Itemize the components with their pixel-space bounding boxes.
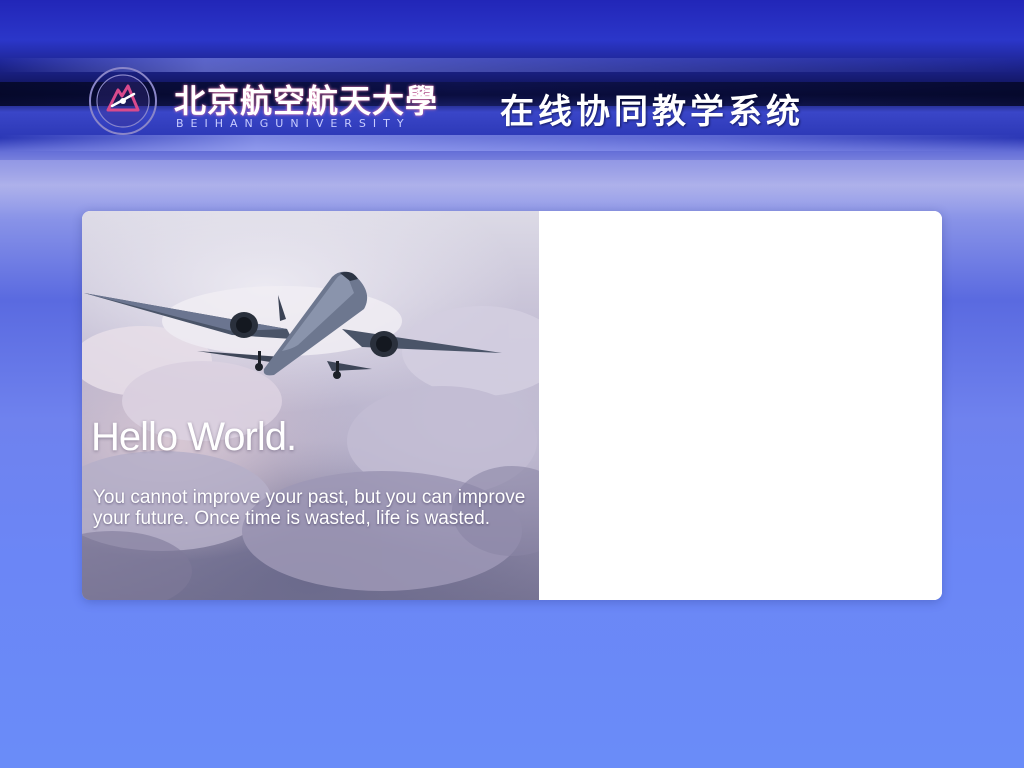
login-panel: [539, 211, 942, 600]
university-name-english: BEIHANGUNIVERSITY: [176, 117, 411, 130]
university-name-chinese: 北京航空航天大學: [174, 82, 439, 120]
hero-title: Hello World.: [91, 415, 297, 459]
university-seal-icon: [88, 66, 158, 136]
system-title: 在线协同教学系统: [500, 92, 804, 132]
airplane-image: [82, 271, 539, 600]
hero-quote: You cannot improve your past, but you ca…: [93, 487, 526, 529]
hero-banner: Hello World. You cannot improve your pas…: [82, 211, 539, 600]
site-header: 北京航空航天大學 BEIHANGUNIVERSITY 在线协同教学系统: [88, 66, 848, 146]
login-card: Hello World. You cannot improve your pas…: [82, 211, 942, 600]
